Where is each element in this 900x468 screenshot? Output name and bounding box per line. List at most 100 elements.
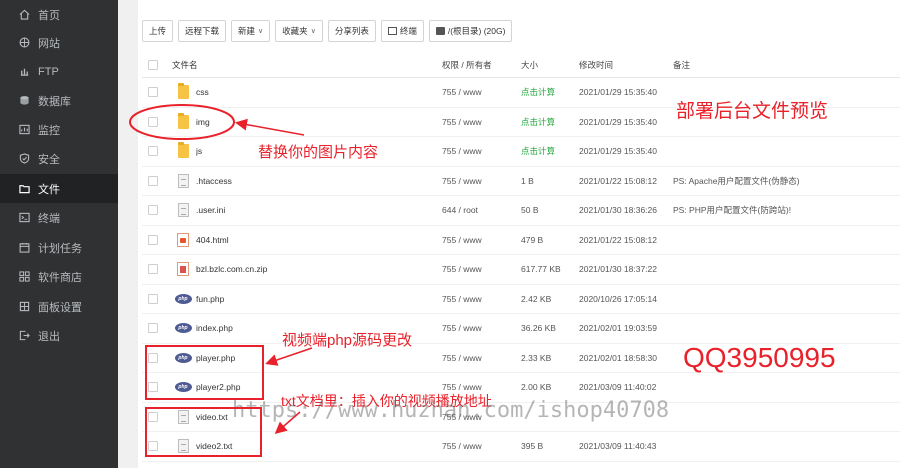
share-list-button[interactable]: 分享列表	[327, 20, 376, 42]
file-name[interactable]: img	[196, 108, 416, 137]
file-name[interactable]: css	[196, 78, 416, 107]
file-name[interactable]: bzl.bzlc.com.cn.zip	[196, 255, 416, 284]
file-mtime: 2021/01/22 15:08:12	[579, 175, 657, 186]
checkbox[interactable]	[148, 87, 158, 98]
file-permission[interactable]: 755 / www	[442, 432, 518, 461]
row-checkbox[interactable]	[148, 226, 162, 255]
table-row[interactable]: php fun.php 755 / www 2.42 KB 2020/10/26 17:…	[142, 285, 900, 314]
file-mtime: 2021/01/30 18:37:22	[579, 264, 657, 275]
row-checkbox[interactable]	[148, 137, 162, 166]
row-checkbox[interactable]	[148, 167, 162, 196]
php-file-icon: php	[174, 293, 192, 304]
table-row[interactable]: 404.html 755 / www 479 B 2021/01/22 15:08:1…	[142, 226, 900, 255]
file-mtime: 2021/01/22 15:08:12	[579, 234, 657, 245]
file-type-cell	[174, 137, 192, 166]
table-row[interactable]: .user.ini 644 / root 50 B 2021/01/30 18:36:…	[142, 196, 900, 226]
header-size[interactable]: 大小	[521, 52, 577, 77]
watermark-text: https://www.huzhan.com/ishop40708	[232, 398, 670, 423]
file-permission[interactable]: 755 / www	[442, 344, 518, 373]
sidebar-item-10[interactable]: 面板设置	[0, 292, 118, 321]
file-name[interactable]: .htaccess	[196, 167, 416, 196]
share-list-label: 分享列表	[334, 26, 369, 36]
new-dropdown[interactable]: 新建 ∨	[231, 20, 271, 42]
file-size[interactable]: 点击计算	[521, 137, 577, 166]
calendar-icon	[18, 242, 30, 254]
annotation-qq: QQ3950995	[683, 342, 836, 373]
checkbox[interactable]	[148, 146, 158, 157]
sidebar-item-1[interactable]: 网站	[0, 28, 118, 57]
row-checkbox[interactable]	[148, 285, 162, 314]
sidebar-item-11[interactable]: 退出	[0, 321, 118, 350]
file-note	[673, 403, 898, 432]
favorites-dropdown[interactable]: 收藏夹 ∨	[275, 20, 323, 42]
sidebar-item-3[interactable]: 数据库	[0, 86, 118, 115]
table-row[interactable]: bzl.bzlc.com.cn.zip 755 / www 617.77 KB 202…	[142, 255, 900, 285]
file-mtime: 2020/10/26 17:05:14	[579, 293, 657, 304]
row-checkbox[interactable]	[148, 314, 162, 343]
checkbox[interactable]	[148, 205, 158, 216]
table-row[interactable]: php index.php 755 / www 36.26 KB 2021/02/01 …	[142, 314, 900, 344]
remote-download-button[interactable]: 远程下载	[178, 20, 227, 42]
checkbox[interactable]	[148, 116, 158, 127]
checkbox[interactable]	[148, 264, 158, 275]
sidebar-item-label: 终端	[38, 212, 60, 225]
checkbox[interactable]	[148, 175, 158, 186]
table-row[interactable]: .htaccess 755 / www 1 B 2021/01/22 15:08:12…	[142, 167, 900, 196]
sidebar-item-2[interactable]: FTP	[0, 57, 118, 86]
file-name[interactable]: fun.php	[196, 285, 416, 314]
file-size[interactable]: 点击计算	[521, 78, 577, 107]
row-checkbox[interactable]	[148, 78, 162, 107]
header-mtime[interactable]: 修改时间	[579, 52, 671, 77]
terminal-button[interactable]: 终端	[380, 20, 424, 42]
file-permission[interactable]: 755 / www	[442, 285, 518, 314]
file-permission[interactable]: 644 / root	[442, 196, 518, 225]
sidebar-item-9[interactable]: 软件商店	[0, 262, 118, 291]
row-checkbox[interactable]	[148, 255, 162, 284]
file-permission[interactable]: 755 / www	[442, 167, 518, 196]
file-permission[interactable]: 755 / www	[442, 108, 518, 137]
home-icon	[18, 9, 30, 21]
checkbox[interactable]	[148, 234, 158, 245]
checkbox[interactable]	[148, 323, 158, 334]
file-mtime: 2021/02/01 18:58:30	[579, 352, 657, 363]
terminal-label: 终端	[399, 26, 417, 36]
chevron-down-icon: ∨	[310, 28, 316, 35]
checkbox[interactable]	[148, 59, 158, 70]
file-permission[interactable]: 755 / www	[442, 314, 518, 343]
file-type-cell: php	[174, 285, 192, 314]
file-size[interactable]: 点击计算	[521, 108, 577, 137]
chevron-down-icon: ∨	[258, 28, 264, 35]
header-perm[interactable]: 权限 / 所有者	[442, 52, 518, 77]
upload-button[interactable]: 上传	[142, 20, 174, 42]
table-row[interactable]: js 755 / www 点击计算 2021/01/29 15:35:40	[142, 137, 900, 167]
sidebar-item-4[interactable]: 监控	[0, 115, 118, 144]
annotation-preview: 部署后台文件预览	[676, 101, 829, 122]
sidebar-item-0[interactable]: 首页	[0, 0, 118, 29]
file-permission[interactable]: 755 / www	[442, 255, 518, 284]
sidebar-item-label: 退出	[38, 330, 60, 343]
gear-icon	[18, 301, 30, 313]
row-checkbox[interactable]	[148, 108, 162, 137]
sidebar-item-label: 软件商店	[38, 271, 82, 284]
header-name[interactable]: 文件名	[172, 52, 392, 77]
file-permission[interactable]: 755 / www	[442, 137, 518, 166]
sidebar-item-8[interactable]: 计划任务	[0, 233, 118, 262]
file-name[interactable]: 404.html	[196, 226, 416, 255]
select-all-checkbox[interactable]	[148, 52, 162, 77]
file-type-cell	[174, 108, 192, 137]
sidebar-item-6[interactable]: 文件	[0, 174, 118, 203]
folder-icon	[18, 183, 30, 195]
globe-icon	[18, 37, 30, 49]
file-permission[interactable]: 755 / www	[442, 78, 518, 107]
file-size: 479 B	[521, 234, 544, 245]
checkbox[interactable]	[148, 293, 158, 304]
file-permission[interactable]: 755 / www	[442, 226, 518, 255]
row-checkbox[interactable]	[148, 196, 162, 225]
file-size: 1 B	[521, 175, 534, 186]
sidebar-item-label: FTP	[38, 65, 59, 78]
folder-icon	[177, 112, 189, 129]
sidebar-item-5[interactable]: 安全	[0, 144, 118, 173]
path-selector[interactable]: /(根目录) (20G)	[428, 20, 513, 42]
sidebar-item-7[interactable]: 终端	[0, 203, 118, 232]
file-name[interactable]: .user.ini	[196, 196, 416, 225]
